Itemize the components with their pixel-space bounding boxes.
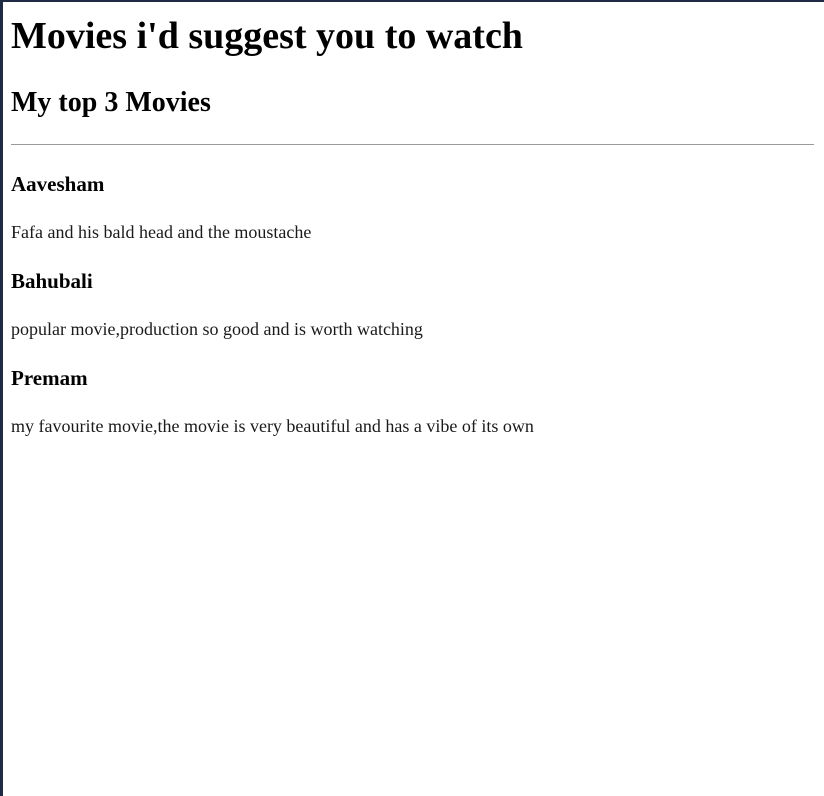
movie-title-premam: Premam [11, 366, 88, 390]
movie-description-aavesham: Fafa and his bald head and the moustache [11, 222, 312, 242]
horizontal-divider [11, 144, 814, 145]
window-left-edge [0, 0, 3, 796]
movie-title-aavesham: Aavesham [11, 172, 105, 196]
movie-description-bahubali: popular movie,production so good and is … [11, 319, 423, 339]
window-top-edge [0, 0, 824, 2]
movie-title-bahubali: Bahubali [11, 269, 93, 293]
page-subtitle: My top 3 Movies [11, 87, 211, 118]
page-title: Movies i'd suggest you to watch [11, 15, 523, 57]
movie-description-premam: my favourite movie,the movie is very bea… [11, 416, 534, 436]
